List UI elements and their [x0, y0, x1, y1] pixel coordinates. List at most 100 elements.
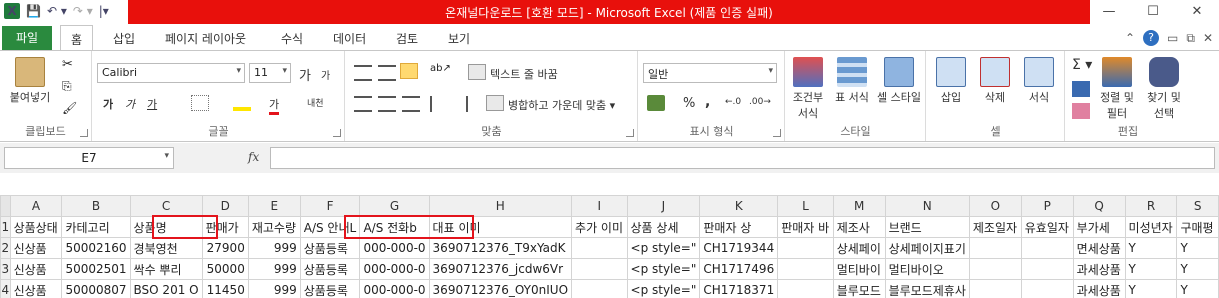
column-header[interactable]: R: [1124, 195, 1178, 217]
table-cell[interactable]: CH1717496: [699, 258, 779, 280]
restore-button[interactable]: ☐: [1131, 0, 1175, 24]
table-cell[interactable]: 과세상품: [1072, 279, 1126, 298]
clear-icon[interactable]: [1072, 103, 1090, 119]
table-cell[interactable]: [968, 258, 1022, 280]
table-cell[interactable]: 상세페이지표기: [884, 237, 970, 259]
table-cell[interactable]: 과세상품: [1072, 258, 1126, 280]
borders-icon[interactable]: [191, 95, 209, 111]
workbook-close-icon[interactable]: ✕: [1203, 31, 1213, 45]
table-cell[interactable]: 11450: [201, 279, 249, 298]
table-cell[interactable]: 000-000-0: [359, 258, 430, 280]
table-cell[interactable]: 50000: [201, 258, 249, 280]
table-cell[interactable]: <p style=": [626, 237, 701, 259]
underline-button[interactable]: 가: [147, 96, 157, 112]
table-cell[interactable]: 블루모드제휴사: [884, 279, 970, 298]
table-cell[interactable]: 상품명: [129, 216, 203, 238]
table-cell[interactable]: 상품등록: [299, 258, 361, 280]
column-header[interactable]: H: [428, 195, 573, 217]
table-cell[interactable]: [571, 237, 628, 259]
table-cell[interactable]: 000-000-0: [359, 279, 430, 298]
name-box[interactable]: E7: [4, 147, 174, 169]
table-cell[interactable]: 3690712376_OY0nIUO: [428, 279, 573, 298]
column-header[interactable]: D: [201, 195, 249, 217]
row-header[interactable]: 2: [0, 237, 11, 259]
format-cells-button[interactable]: 서식: [1019, 57, 1059, 105]
table-cell[interactable]: 판매가: [201, 216, 249, 238]
help-icon[interactable]: ?: [1143, 30, 1160, 46]
column-header[interactable]: F: [299, 195, 361, 217]
table-cell[interactable]: Y: [1124, 237, 1178, 259]
table-cell[interactable]: 미성년자: [1124, 216, 1178, 238]
increase-indent-icon[interactable]: [450, 96, 468, 112]
column-header[interactable]: E: [247, 195, 301, 217]
table-cell[interactable]: [777, 237, 834, 259]
table-cell[interactable]: 추가 이미: [571, 216, 628, 238]
redo-icon[interactable]: ↷ ▾: [73, 3, 93, 19]
table-cell[interactable]: 상품등록: [299, 237, 361, 259]
table-cell[interactable]: 브랜드: [884, 216, 970, 238]
minimize-button[interactable]: —: [1087, 0, 1131, 24]
ribbon-collapse-icon[interactable]: ⌃: [1125, 31, 1135, 45]
table-cell[interactable]: 상세페이: [832, 237, 886, 259]
row-header[interactable]: 3: [0, 258, 11, 280]
table-cell[interactable]: 면세상품: [1072, 237, 1126, 259]
table-cell[interactable]: 카테고리: [61, 216, 131, 238]
shrink-font-button[interactable]: 가: [321, 67, 330, 82]
font-name-combo[interactable]: Calibri: [97, 63, 245, 83]
column-header[interactable]: J: [626, 195, 701, 217]
conditional-format-button[interactable]: 조건부 서식: [788, 57, 828, 121]
column-header[interactable]: I: [571, 195, 628, 217]
table-cell[interactable]: Y: [1124, 258, 1178, 280]
tab-page-layout[interactable]: 페이지 레이아웃: [165, 30, 246, 47]
column-header[interactable]: C: [129, 195, 203, 217]
customize-qat-icon[interactable]: |▾: [99, 3, 109, 19]
number-format-combo[interactable]: 일반: [643, 63, 777, 83]
italic-button[interactable]: 가: [125, 96, 135, 112]
table-cell[interactable]: [968, 237, 1022, 259]
sort-filter-button[interactable]: 정렬 및 필터: [1096, 57, 1138, 121]
tab-formulas[interactable]: 수식: [281, 30, 303, 47]
align-right-icon[interactable]: [402, 96, 420, 112]
table-cell[interactable]: 대표 이미: [428, 216, 573, 238]
table-cell[interactable]: Y: [1176, 258, 1219, 280]
fill-color-icon[interactable]: [233, 95, 251, 111]
font-color-button[interactable]: 가: [269, 96, 280, 115]
table-cell[interactable]: A/S 전화b: [359, 216, 430, 238]
decrease-indent-icon[interactable]: [430, 96, 448, 112]
table-cell[interactable]: 000-000-0: [359, 237, 430, 259]
table-cell[interactable]: 상품등록: [299, 279, 361, 298]
table-cell[interactable]: [1020, 279, 1074, 298]
column-header[interactable]: Q: [1072, 195, 1126, 217]
tab-data[interactable]: 데이터: [333, 30, 366, 47]
table-cell[interactable]: [1020, 237, 1074, 259]
tab-file[interactable]: 파일: [2, 26, 52, 50]
format-painter-icon[interactable]: 🖌: [62, 101, 80, 117]
table-cell[interactable]: 999: [247, 237, 301, 259]
table-cell[interactable]: 재고수량: [247, 216, 301, 238]
column-header[interactable]: K: [699, 195, 779, 217]
table-cell[interactable]: 판매자 바: [777, 216, 834, 238]
table-cell[interactable]: 판매자 상: [699, 216, 779, 238]
column-header[interactable]: A: [9, 195, 63, 217]
undo-icon[interactable]: ↶ ▾: [47, 3, 67, 19]
number-launcher-icon[interactable]: [773, 129, 781, 137]
table-cell[interactable]: [777, 279, 834, 298]
find-select-button[interactable]: 찾기 및 선택: [1142, 57, 1186, 121]
decrease-decimal-button[interactable]: .00→: [749, 97, 771, 107]
table-cell[interactable]: CH1719344: [699, 237, 779, 259]
orientation-icon[interactable]: ab↗: [430, 63, 451, 79]
column-header[interactable]: G: [359, 195, 430, 217]
table-cell[interactable]: 3690712376_T9xYadK: [428, 237, 573, 259]
column-header[interactable]: L: [777, 195, 834, 217]
workbook-restore-icon[interactable]: ⧉: [1186, 31, 1195, 46]
table-cell[interactable]: 블루모드: [832, 279, 886, 298]
table-cell[interactable]: A/S 안내L: [299, 216, 361, 238]
column-header[interactable]: M: [832, 195, 886, 217]
table-cell[interactable]: 멀티바이: [832, 258, 886, 280]
phonetic-button[interactable]: 내천: [307, 96, 324, 109]
workbook-minimize-icon[interactable]: ▭: [1167, 31, 1178, 45]
align-top-icon[interactable]: [354, 65, 372, 81]
table-cell[interactable]: 싹수 뿌리: [129, 258, 203, 280]
percent-button[interactable]: %: [683, 96, 695, 111]
fill-icon[interactable]: [1072, 81, 1090, 97]
